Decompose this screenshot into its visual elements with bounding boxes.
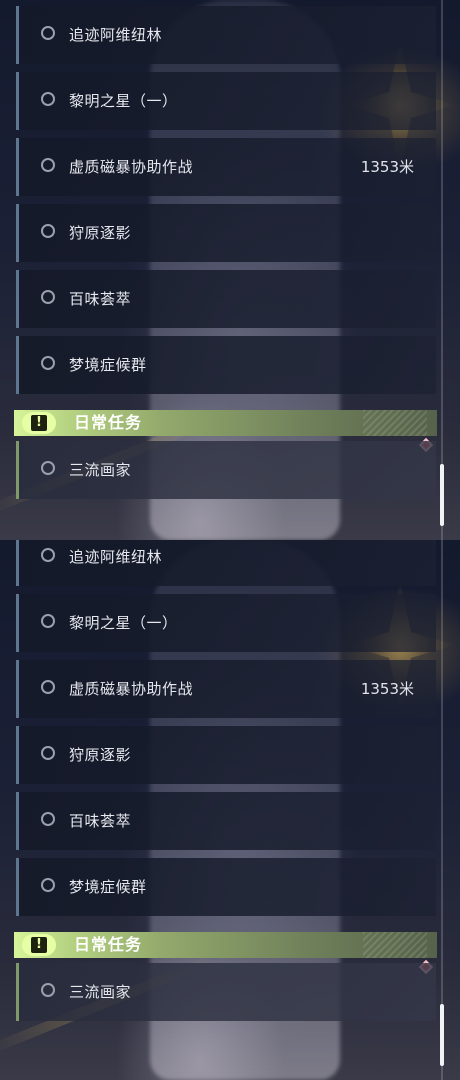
quest-name: 虚质磁暴协助作战 (69, 158, 194, 176)
radio-circle-icon (41, 356, 55, 370)
quest-name: 三流画家 (69, 983, 132, 1001)
radio-circle-icon (41, 680, 55, 694)
daily-quest-section-header[interactable]: ! 日常任务 (14, 932, 437, 958)
radio-circle-icon (41, 614, 55, 628)
quest-row[interactable]: 黎明之星（一） (16, 594, 436, 652)
radio-circle-icon (41, 746, 55, 760)
quest-row[interactable]: 虚质磁暴协助作战 1353米 (16, 138, 436, 196)
scrollbar-track[interactable] (441, 540, 443, 1080)
quest-row[interactable]: 虚质磁暴协助作战 1353米 (16, 660, 436, 718)
quest-name: 三流画家 (69, 461, 132, 479)
quest-name: 黎明之星（一） (69, 614, 178, 632)
quest-row[interactable]: 狩原逐影 (16, 726, 436, 784)
daily-quest-section-header[interactable]: ! 日常任务 (14, 410, 437, 436)
radio-circle-icon (41, 812, 55, 826)
quest-distance: 1353米 (360, 680, 414, 698)
radio-circle-icon (41, 878, 55, 892)
daily-quest-row[interactable]: 三流画家 (16, 441, 436, 499)
radio-circle-icon (41, 983, 55, 997)
quest-name: 虚质磁暴协助作战 (69, 680, 194, 698)
quest-tracker-screen: 追迹阿维纽林 黎明之星（一） 虚质磁暴协助作战 1353米 狩原逐影 百味荟萃 … (0, 0, 460, 1080)
scrollbar-thumb[interactable] (440, 464, 444, 526)
quest-row[interactable]: 百味荟萃 (16, 270, 436, 328)
radio-circle-icon (41, 158, 55, 172)
quest-name: 梦境症候群 (69, 878, 147, 896)
quest-panel-bottom: 追迹阿维纽林 黎明之星（一） 虚质磁暴协助作战 1353米 狩原逐影 百味荟萃 … (0, 540, 460, 1080)
quest-row[interactable]: 狩原逐影 (16, 204, 436, 262)
quest-name: 追迹阿维纽林 (69, 26, 163, 44)
section-title: 日常任务 (74, 935, 143, 954)
radio-circle-icon (41, 461, 55, 475)
quest-row[interactable]: 梦境症候群 (16, 858, 436, 916)
section-title: 日常任务 (74, 413, 143, 432)
quest-name: 追迹阿维纽林 (69, 548, 163, 566)
radio-circle-icon (41, 548, 55, 562)
quest-name: 黎明之星（一） (69, 92, 178, 110)
quest-panel-top: 追迹阿维纽林 黎明之星（一） 虚质磁暴协助作战 1353米 狩原逐影 百味荟萃 … (0, 0, 460, 540)
quest-name: 百味荟萃 (69, 290, 132, 308)
scrollbar-track[interactable] (441, 0, 443, 540)
quest-name: 狩原逐影 (69, 746, 132, 764)
exclamation-icon: ! (22, 934, 56, 956)
header-decoration (363, 932, 427, 958)
radio-circle-icon (41, 224, 55, 238)
header-decoration (363, 410, 427, 436)
quest-name: 狩原逐影 (69, 224, 132, 242)
scrollbar-thumb[interactable] (440, 1004, 444, 1066)
radio-circle-icon (41, 290, 55, 304)
quest-row[interactable]: 追迹阿维纽林 (16, 540, 436, 586)
radio-circle-icon (41, 26, 55, 40)
quest-row[interactable]: 梦境症候群 (16, 336, 436, 394)
quest-row[interactable]: 百味荟萃 (16, 792, 436, 850)
quest-name: 百味荟萃 (69, 812, 132, 830)
quest-distance: 1353米 (360, 158, 414, 176)
quest-row[interactable]: 黎明之星（一） (16, 72, 436, 130)
daily-quest-row[interactable]: 三流画家 (16, 963, 436, 1021)
quest-row[interactable]: 追迹阿维纽林 (16, 6, 436, 64)
exclamation-icon: ! (22, 412, 56, 434)
radio-circle-icon (41, 92, 55, 106)
quest-name: 梦境症候群 (69, 356, 147, 374)
